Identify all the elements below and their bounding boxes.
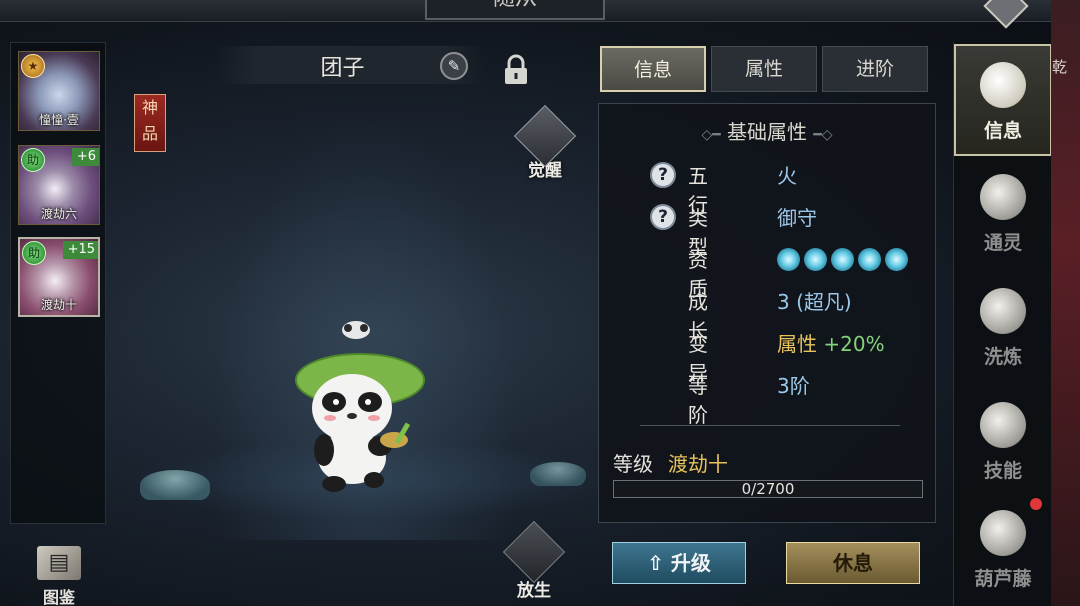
divider xyxy=(640,425,900,426)
pet-card-plus: +15 xyxy=(62,241,98,259)
nav-item-gourd[interactable]: 葫芦藤 xyxy=(954,494,1052,606)
xp-text: 0/2700 xyxy=(741,480,795,498)
nav-label: 通灵 xyxy=(983,232,1022,254)
pencil-icon: ✎ xyxy=(447,57,461,75)
spirit-icon xyxy=(980,174,1026,220)
atlas-button[interactable]: ▤ 图鉴 xyxy=(24,546,94,606)
ornament-icon: ━◇ xyxy=(813,127,833,143)
lock-icon xyxy=(505,54,527,84)
pet-card-name: 憧憧·壹 xyxy=(39,113,79,127)
rank-tag-text: 神品 xyxy=(141,98,158,143)
nav-label: 技能 xyxy=(983,460,1022,482)
gold-badge-icon: ★ xyxy=(21,54,45,78)
attr-value: 3 (超凡) xyxy=(777,290,852,314)
lock-button[interactable] xyxy=(502,54,530,86)
swirl-icon xyxy=(885,248,908,271)
pot-icon xyxy=(980,288,1026,334)
lotus-decoration xyxy=(140,470,210,500)
mutation-bonus: +20% xyxy=(823,332,885,356)
swirl-icon xyxy=(804,248,827,271)
tab-attributes[interactable]: 属性 xyxy=(711,46,817,92)
tab-info[interactable]: 信息 xyxy=(600,46,706,92)
atlas-label: 图鉴 xyxy=(42,588,75,606)
notification-dot xyxy=(1030,498,1042,510)
attr-label: 等阶 xyxy=(688,374,708,427)
attr-value: 火 xyxy=(777,164,797,188)
level-value: 渡劫十 xyxy=(668,452,728,476)
edit-name-button[interactable]: ✎ xyxy=(440,52,468,80)
tab-advance[interactable]: 进阶 xyxy=(822,46,928,92)
nav-item-info[interactable]: 信息 xyxy=(954,44,1052,156)
nav-label: 葫芦藤 xyxy=(974,568,1032,590)
pet-card[interactable]: 助 +6 渡劫六 xyxy=(18,145,100,225)
window-title: 随从 xyxy=(425,0,605,20)
assist-badge-icon: 助 xyxy=(22,241,46,265)
release-button[interactable]: 放生 xyxy=(498,520,570,601)
swirl-icon xyxy=(777,248,800,271)
ornament-icon: ◇━ xyxy=(701,127,721,143)
scroll-icon xyxy=(980,402,1026,448)
pet-card-name: 渡劫六 xyxy=(40,207,77,221)
nav-item-skill[interactable]: 技能 xyxy=(954,386,1052,498)
assist-badge-icon: 助 xyxy=(21,148,45,172)
awaken-button[interactable]: 觉醒 xyxy=(510,104,580,181)
right-nav: 信息 通灵 洗炼 技能 葫芦藤 xyxy=(953,42,1052,606)
help-icon[interactable]: ? xyxy=(650,162,676,188)
pet-card-plus: +6 xyxy=(71,148,99,166)
book-icon: ▤ xyxy=(37,546,81,580)
edge-text: 乾 xyxy=(1052,58,1068,76)
attr-value: 御守 xyxy=(777,206,817,230)
upgrade-button[interactable]: ⇧ 升级 xyxy=(612,542,746,584)
cloud-icon xyxy=(980,62,1026,108)
attr-value: 属性 +20% xyxy=(777,328,885,357)
nav-item-spirit[interactable]: 通灵 xyxy=(954,158,1052,270)
pet-list: ★ 憧憧·壹 助 +6 渡劫六 助 +15 渡劫十 xyxy=(10,42,106,524)
lotus-decoration xyxy=(530,462,586,486)
attr-value: 3阶 xyxy=(777,374,810,398)
rest-button[interactable]: 休息 xyxy=(786,542,920,584)
help-icon[interactable]: ? xyxy=(650,204,676,230)
section-title-text: 基础属性 xyxy=(727,120,807,144)
bird-icon xyxy=(502,520,566,584)
pet-card-name: 渡劫十 xyxy=(40,298,77,312)
pet-model-panda[interactable] xyxy=(290,318,440,493)
upgrade-label: 升级 xyxy=(670,551,711,575)
pet-name: 团子 xyxy=(320,56,365,81)
nav-item-refine[interactable]: 洗炼 xyxy=(954,272,1052,384)
background-edge xyxy=(1051,0,1080,606)
rank-tag: 神品 xyxy=(134,94,166,152)
mutation-type: 属性 xyxy=(777,332,817,356)
xp-progress-bar: 0/2700 xyxy=(613,480,923,498)
level-label: 等级 xyxy=(613,452,653,476)
arrow-up-icon: ⇧ xyxy=(647,551,664,575)
swirl-icon xyxy=(831,248,854,271)
pet-card-selected[interactable]: 助 +15 渡劫十 xyxy=(18,237,100,317)
section-title: ◇━ 基础属性 ━◇ xyxy=(598,116,936,145)
swirl-icon xyxy=(858,248,881,271)
aptitude-rating xyxy=(777,248,908,271)
nav-label: 信息 xyxy=(983,120,1022,142)
pet-card[interactable]: ★ 憧憧·壹 xyxy=(18,51,100,131)
nav-label: 洗炼 xyxy=(983,346,1022,368)
gourd-icon xyxy=(980,510,1026,556)
